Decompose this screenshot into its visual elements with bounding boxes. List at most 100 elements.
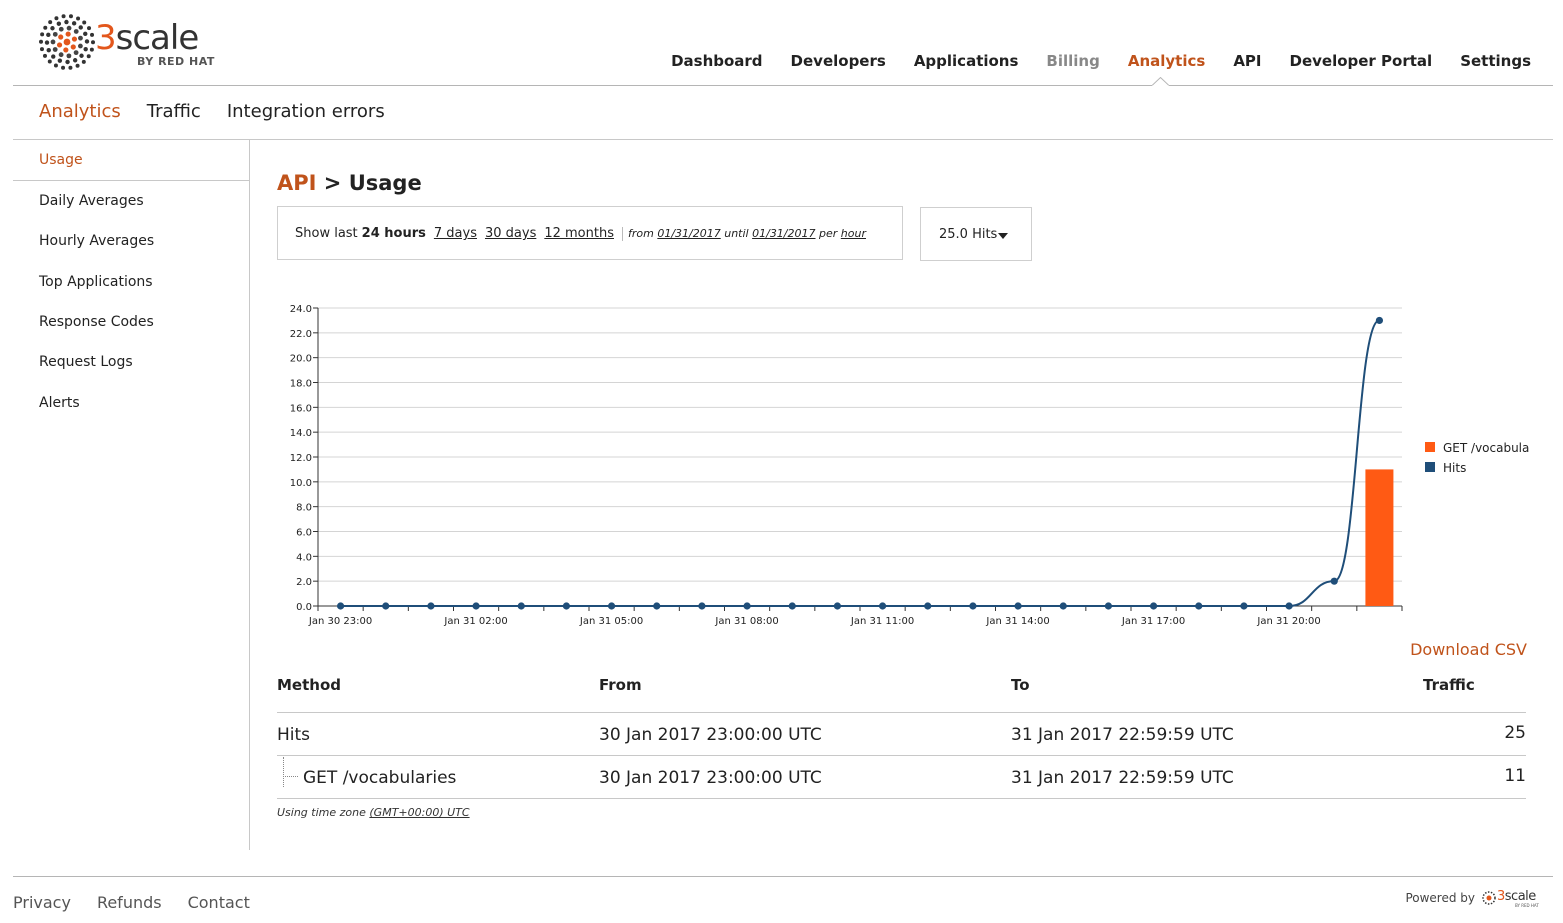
hits-point (1195, 602, 1203, 610)
logo-dot (82, 20, 87, 25)
logo-dot (43, 25, 48, 30)
legend-swatch (1425, 462, 1435, 472)
logo-dot (56, 21, 62, 26)
sidebar-item-daily-averages[interactable]: Daily Averages (39, 193, 144, 209)
col-header-method: Method (277, 676, 341, 694)
x-tick-label: Jan 30 23:00 (308, 616, 372, 627)
y-tick-label: 2.0 (296, 577, 312, 588)
metric-dropdown[interactable]: 25.0 Hits (920, 207, 1032, 261)
sidebar-item-alerts[interactable]: Alerts (39, 395, 80, 411)
logo-dot (76, 16, 81, 21)
until-label: until (724, 227, 749, 240)
powered-by-3scale-logo[interactable]: 3scale BY RED HAT (1481, 889, 1539, 909)
y-tick-label: 0.0 (296, 602, 312, 613)
row-to: 31 Jan 2017 22:59:59 UTC (1011, 768, 1234, 788)
logo-dot (57, 58, 63, 63)
sidebar-item-response-codes[interactable]: Response Codes (39, 314, 154, 330)
footer-refunds-link[interactable]: Refunds (97, 893, 162, 912)
nav-developers[interactable]: Developers (791, 52, 886, 70)
logo-dot (72, 58, 78, 63)
logo-dot (48, 20, 53, 25)
legend-label: Hits (1443, 461, 1466, 475)
nav-billing[interactable]: Billing (1046, 52, 1099, 70)
table-row-divider (277, 755, 1526, 756)
hits-point (562, 602, 571, 610)
subnav-analytics[interactable]: Analytics (39, 101, 121, 122)
breadcrumb-api[interactable]: API (277, 171, 316, 195)
footer-privacy-link[interactable]: Privacy (13, 893, 71, 912)
logo-dot (68, 14, 73, 19)
row-traffic: 25 (1504, 723, 1526, 743)
logo-dot (58, 26, 64, 32)
hits-point (607, 602, 616, 610)
nav-analytics[interactable]: Analytics (1128, 52, 1205, 70)
hits-point (1285, 602, 1293, 610)
footer-links: Privacy Refunds Contact (13, 893, 250, 912)
timezone-link[interactable]: (GMT+00:00) UTC (369, 806, 469, 819)
y-tick-label: 14.0 (290, 428, 312, 439)
logo-dot (73, 29, 79, 34)
hits-point (427, 602, 435, 610)
top-navigation: Dashboard Developers Applications Billin… (671, 52, 1531, 70)
page-title: API > Usage (277, 171, 422, 195)
y-tick-label: 8.0 (296, 503, 312, 514)
logo-dot (58, 52, 64, 58)
mini-logo-wordmark: 3scale (1497, 889, 1536, 904)
logo-dot (61, 14, 66, 19)
range-12-months-link[interactable]: 12 months (544, 226, 614, 241)
hits-point (517, 602, 525, 610)
row-to: 31 Jan 2017 22:59:59 UTC (1011, 725, 1234, 745)
col-header-traffic: Traffic (1423, 676, 1475, 694)
nav-dashboard[interactable]: Dashboard (671, 52, 762, 70)
y-tick-label: 18.0 (290, 379, 312, 390)
sidebar-item-hourly-averages[interactable]: Hourly Averages (39, 233, 154, 249)
sidebar-item-usage[interactable]: Usage (39, 152, 83, 168)
logo-dot (58, 34, 64, 40)
logo-dot (61, 65, 66, 70)
breadcrumb-usage: > Usage (323, 171, 422, 195)
logo-wordmark: 3scale (95, 18, 199, 58)
range-7-days-link[interactable]: 7 days (434, 226, 477, 241)
nav-settings[interactable]: Settings (1460, 52, 1531, 70)
x-tick-label: Jan 31 20:00 (1256, 616, 1320, 627)
show-last-label: Show last (295, 226, 358, 241)
hits-point (472, 602, 480, 610)
footer-contact-link[interactable]: Contact (188, 893, 250, 912)
nav-applications[interactable]: Applications (914, 52, 1019, 70)
granularity-link[interactable]: hour (841, 227, 866, 240)
logo-dot (83, 46, 88, 52)
hits-point (382, 602, 390, 610)
logo-dot (71, 21, 77, 26)
hits-point (969, 602, 977, 610)
logo-dot (66, 53, 72, 59)
nav-api[interactable]: API (1233, 52, 1261, 70)
hits-point (878, 602, 887, 610)
subnav-integration-errors[interactable]: Integration errors (227, 101, 385, 122)
y-tick-label: 10.0 (290, 478, 312, 489)
logo-dot (50, 39, 56, 45)
nav-developer-portal[interactable]: Developer Portal (1290, 52, 1433, 70)
download-csv-link[interactable]: Download CSV (1410, 640, 1527, 659)
sidebar-item-request-logs[interactable]: Request Logs (39, 354, 133, 370)
tree-connector-icon (283, 757, 284, 787)
until-date-link[interactable]: 01/31/2017 (752, 227, 815, 240)
x-tick-label: Jan 31 17:00 (1121, 616, 1185, 627)
logo-dot (90, 32, 95, 37)
timezone-label: Using time zone (277, 806, 366, 819)
subnav-traffic[interactable]: Traffic (147, 101, 201, 122)
logo-dot (71, 36, 78, 42)
logo-dot (65, 59, 70, 65)
hits-point (1059, 602, 1067, 610)
sidebar-item-top-applications[interactable]: Top Applications (39, 274, 153, 290)
hits-point (1014, 602, 1022, 610)
row-from: 30 Jan 2017 23:00:00 UTC (599, 768, 822, 788)
row-traffic: 11 (1504, 766, 1526, 786)
3scale-logo[interactable]: 3scale BY RED HAT (38, 13, 238, 71)
logo-dot (79, 53, 84, 58)
from-date-link[interactable]: 01/31/2017 (657, 227, 720, 240)
logo-dot (44, 40, 50, 45)
usage-chart: 0.0 2.0 4.0 6.0 8.0 10.0 12.0 14.0 16.0 18.0 20.0 2… (290, 304, 1530, 627)
y-tick-label: 16.0 (290, 403, 312, 414)
range-30-days-link[interactable]: 30 days (485, 226, 536, 241)
time-range-selector: Show last 24 hours 7 days 30 days 12 mon… (277, 206, 903, 260)
